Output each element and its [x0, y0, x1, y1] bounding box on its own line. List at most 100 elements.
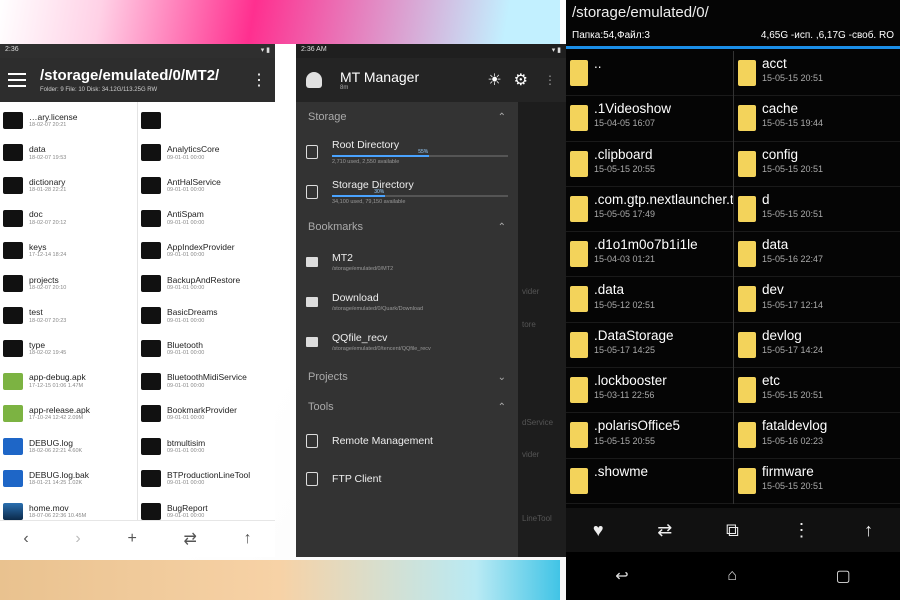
folder-item[interactable]: .polarisOffice5 15-05-15 20:55	[566, 413, 733, 459]
file-item[interactable]: btmultisim 09-01-01 00:00	[141, 430, 274, 463]
file-name: btmultisim	[167, 437, 206, 448]
file-item[interactable]: data 18-02-07 19:53	[3, 137, 137, 170]
folder-item[interactable]: fataldevlog 15-05-16 02:23	[734, 413, 900, 459]
folder-item[interactable]: .data 15-05-12 02:51	[566, 277, 733, 323]
bookmark-name: Download	[332, 292, 379, 304]
section-title: Bookmarks	[308, 221, 364, 233]
folder-icon	[738, 60, 756, 86]
behind-label: vider	[522, 450, 540, 459]
storage-item[interactable]: Storage Directory 30% 34,100 used, 79,150 …	[296, 172, 518, 212]
section-title: Projects	[308, 371, 348, 383]
more-options-icon[interactable]: ⋮	[792, 520, 810, 541]
storage-info: Папка:54,Файл:3 4,65G -исп. ,6,17G -своб…	[566, 30, 900, 44]
file-item[interactable]: AntHalService 09-01-01 00:00	[141, 169, 274, 202]
folder-item[interactable]: dev 15-05-17 12:14	[734, 277, 900, 323]
bookmark-item[interactable]: QQfile_recv/storage/emulated/0/tencent/Q…	[296, 322, 518, 362]
folder-date: 15-05-17 14:24	[762, 344, 824, 355]
file-item[interactable]: DEBUG.log.bak 18-01-21 14:25 1.02K	[3, 463, 137, 496]
folder-item[interactable]: data 15-05-16 22:47	[734, 232, 900, 278]
file-item[interactable]: app-debug.apk 17-12-15 01:06 1.47M	[3, 365, 137, 398]
folder-item[interactable]: .1Videoshow 15-04-05 16:07	[566, 96, 733, 142]
file-item[interactable]: BasicDreams 09-01-01 00:00	[141, 300, 274, 333]
forward-icon[interactable]: ›	[75, 530, 80, 548]
file-item[interactable]: DEBUG.log 18-02-06 22:21 4.60K	[3, 430, 137, 463]
file-item[interactable]: AntiSpam 09-01-01 00:00	[141, 202, 274, 235]
file-item[interactable]: BookmarkProvider 09-01-01 00:00	[141, 397, 274, 430]
section-bookmarks[interactable]: Bookmarks ⌃	[296, 212, 518, 242]
more-options-icon[interactable]: ⋮	[544, 73, 556, 87]
file-item[interactable]: home.mov 18-07-06 22:36 10.45M	[3, 495, 137, 520]
file-item[interactable]: BackupAndRestore 09-01-01 00:00	[141, 267, 274, 300]
folder-item[interactable]: .clipboard 15-05-15 20:55	[566, 142, 733, 187]
folder-item[interactable]: .d1o1m0o7b1i1le 15-04-03 01:21	[566, 232, 733, 278]
file-date: 18-02-07 20:10	[29, 284, 67, 291]
file-item-text: doc 18-02-07 20:12	[29, 210, 66, 226]
folder-icon	[141, 144, 161, 162]
storage-item[interactable]: Root Directory 55% 2,710 used, 2,550 avail…	[296, 132, 518, 172]
file-item[interactable]: BTProductionLineTool 09-01-01 00:00	[141, 463, 274, 496]
file-item-text: btmultisim 09-01-01 00:00	[167, 437, 206, 454]
theme-toggle-icon[interactable]: ☀	[487, 70, 501, 90]
file-item-text: AntHalService 09-01-01 00:00	[167, 177, 221, 193]
gear-icon[interactable]: ⚙	[514, 70, 528, 90]
folder-item[interactable]: .showme	[566, 459, 733, 504]
file-item[interactable]: Bluetooth 09-01-01 00:00	[141, 332, 274, 365]
chevron-down-icon: ⌄	[497, 371, 506, 383]
swap-icon[interactable]: ⇄	[657, 520, 672, 541]
file-item[interactable]: keys 17-12-14 18:24	[3, 234, 137, 267]
folder-item[interactable]: .com.gtp.nextlauncher.trial 15-05-05 17:4…	[566, 187, 733, 233]
folder-item[interactable]: cache 15-05-15 19:44	[734, 96, 900, 142]
file-name: dictionary	[29, 176, 66, 187]
file-item[interactable]: …ary.license 18-02-07 20:21	[3, 104, 137, 137]
up-icon[interactable]: ↑	[864, 520, 873, 541]
file-item[interactable]: test 18-02-07 20:23	[3, 300, 137, 333]
folder-item[interactable]: devlog 15-05-17 14:24	[734, 323, 900, 369]
file-item[interactable]: projects 18-02-07 20:10	[3, 267, 137, 300]
menu-icon[interactable]	[8, 73, 26, 87]
more-options-icon[interactable]: ⋮	[251, 70, 267, 90]
file-name: AppIndexProvider	[167, 241, 235, 252]
folder-name: .lockbooster	[594, 373, 667, 389]
up-icon[interactable]: ↑	[244, 530, 252, 548]
folder-item[interactable]: firmware 15-05-15 20:51	[734, 459, 900, 504]
file-item[interactable]: type 18-02-02 19:45	[3, 332, 137, 365]
copy-icon[interactable]: ⧉	[726, 520, 739, 541]
folder-item[interactable]: etc 15-05-15 20:51	[734, 368, 900, 414]
back-icon[interactable]: ‹	[23, 530, 28, 548]
tool-item[interactable]: Remote Management	[296, 422, 518, 460]
file-name: test	[29, 307, 43, 318]
bookmark-item[interactable]: MT2/storage/emulated/0/MT2	[296, 242, 518, 282]
favorite-icon[interactable]: ♥	[593, 520, 604, 541]
file-item[interactable]: AppIndexProvider 09-01-01 00:00	[141, 234, 274, 267]
folder-item[interactable]: .lockbooster 15-03-11 22:56	[566, 368, 733, 414]
file-item[interactable]: doc 18-02-07 20:12	[3, 202, 137, 235]
file-item-text: BluetoothMidiService 09-01-01 00:00	[167, 373, 247, 389]
folder-item[interactable]: config 15-05-15 20:51	[734, 142, 900, 187]
back-icon[interactable]: ↩	[615, 566, 628, 586]
recents-icon[interactable]: ▢	[836, 566, 851, 586]
android-icon	[3, 372, 23, 390]
file-item[interactable]	[141, 104, 274, 137]
home-icon[interactable]: ⌂	[727, 567, 737, 585]
file-item[interactable]: dictionary 18-01-28 22:21	[3, 169, 137, 202]
swap-icon[interactable]: ⇄	[184, 529, 197, 549]
file-item[interactable]: app-release.apk 17-10-24 12:42 2.09M	[3, 397, 137, 430]
tool-item[interactable]: FTP Client	[296, 460, 518, 498]
file-date: 18-02-07 19:53	[29, 154, 67, 161]
add-icon[interactable]: +	[127, 530, 136, 548]
toolbar: /storage/emulated/0/MT2/ Folder: 9 File:…	[0, 58, 275, 102]
folder-item[interactable]: .DataStorage 15-05-17 14:25	[566, 323, 733, 369]
folder-icon	[570, 331, 588, 358]
folder-item[interactable]: ..	[566, 51, 733, 97]
section-storage[interactable]: Storage ⌃	[296, 102, 518, 132]
bookmark-item[interactable]: Download/storage/emulated/0/Quark/Downlo…	[296, 282, 518, 322]
file-item[interactable]: AnalyticsCore 09-01-01 00:00	[141, 137, 274, 170]
file-item[interactable]: BluetoothMidiService 09-01-01 00:00	[141, 365, 274, 398]
file-item[interactable]: BugReport 09-01-01 00:00	[141, 495, 274, 520]
folder-item[interactable]: acct 15-05-15 20:51	[734, 51, 900, 97]
folder-item[interactable]: d 15-05-15 20:51	[734, 187, 900, 233]
folder-name: devlog	[762, 327, 802, 343]
folder-icon	[3, 339, 23, 357]
section-projects[interactable]: Projects ⌄	[296, 362, 518, 392]
section-tools[interactable]: Tools ⌃	[296, 392, 518, 422]
